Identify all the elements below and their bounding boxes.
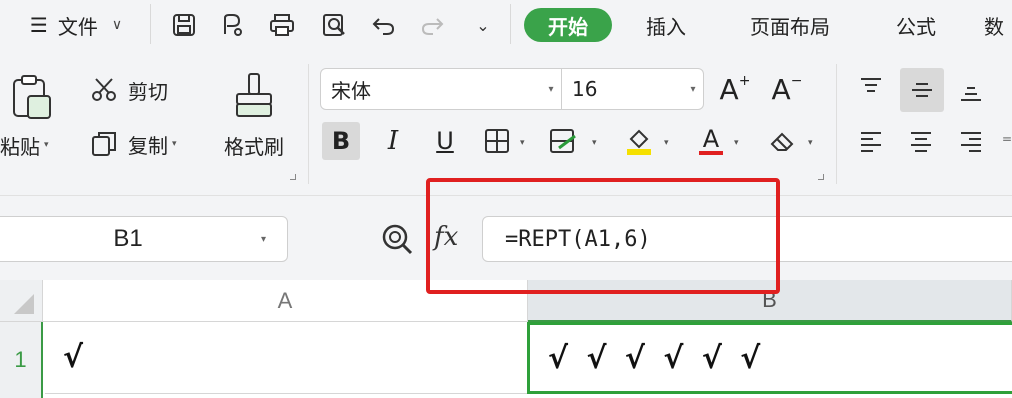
cut-button[interactable]: 剪切 bbox=[90, 72, 190, 108]
paint-bucket-icon bbox=[627, 129, 651, 155]
italic-label: I bbox=[387, 126, 399, 156]
name-box-value: B1 bbox=[113, 225, 143, 252]
chevron-down-icon: ▾ bbox=[548, 83, 554, 95]
copy-button[interactable]: 复制 ▾ bbox=[90, 126, 202, 162]
chevron-down-icon: ▾ bbox=[261, 233, 267, 245]
tab-insert[interactable]: 插入 bbox=[628, 8, 704, 42]
menu-divider bbox=[510, 4, 511, 44]
print-preview-icon[interactable] bbox=[316, 8, 352, 42]
chevron-down-icon: ▾ bbox=[690, 83, 696, 95]
font-name-value: 宋体 bbox=[331, 78, 371, 103]
quick-access-more-icon[interactable]: ⌄ bbox=[468, 8, 498, 42]
copy-icon bbox=[92, 132, 116, 156]
align-left-button[interactable] bbox=[852, 122, 890, 160]
format-painter-icon[interactable] bbox=[226, 70, 282, 122]
sheet-grid: A B 1 √ √ √ √ √ √ √ bbox=[0, 280, 1012, 398]
align-center-icon bbox=[911, 132, 931, 152]
border-style-icon bbox=[550, 129, 576, 153]
align-right-icon bbox=[961, 132, 981, 152]
export-icon[interactable] bbox=[214, 8, 250, 42]
cell-b1[interactable]: √ √ √ √ √ √ bbox=[527, 322, 1012, 394]
decrease-font-label: A bbox=[771, 72, 791, 106]
zoom-search-icon[interactable] bbox=[380, 222, 414, 260]
tab-page-layout[interactable]: 页面布局 bbox=[730, 8, 850, 42]
align-middle-icon bbox=[912, 83, 932, 97]
tab-home[interactable]: 开始 bbox=[524, 8, 612, 42]
name-box[interactable]: B1 ▾ bbox=[0, 216, 288, 262]
justify-button[interactable] bbox=[1002, 122, 1012, 160]
align-top-icon bbox=[861, 78, 881, 92]
clear-button[interactable] bbox=[764, 122, 802, 160]
chevron-down-icon[interactable]: ▾ bbox=[808, 138, 813, 148]
save-icon[interactable] bbox=[166, 8, 202, 42]
row-header-1[interactable]: 1 bbox=[0, 322, 43, 398]
copy-label: 复制 bbox=[128, 133, 168, 158]
undo-icon[interactable] bbox=[366, 8, 402, 42]
font-name-select[interactable]: 宋体 ▾ bbox=[320, 68, 562, 110]
ribbon-divider bbox=[308, 64, 309, 184]
align-top-button[interactable] bbox=[852, 68, 890, 106]
chevron-down-icon[interactable]: ▾ bbox=[520, 138, 525, 148]
cut-label: 剪切 bbox=[128, 79, 168, 104]
file-menu-button[interactable]: ☰ 文件 ∨ bbox=[6, 8, 146, 42]
underline-button[interactable]: U bbox=[426, 122, 464, 160]
ribbon-divider bbox=[836, 64, 837, 184]
annotation-highlight-box bbox=[426, 178, 780, 294]
plus-icon: + bbox=[738, 73, 751, 89]
align-left-icon bbox=[861, 132, 881, 152]
file-menu-label: 文件 bbox=[57, 14, 98, 39]
menu-divider bbox=[150, 4, 151, 44]
paste-icon[interactable] bbox=[6, 72, 58, 124]
italic-button[interactable]: I bbox=[374, 122, 412, 160]
cell-a1[interactable]: √ bbox=[45, 322, 528, 394]
font-size-select[interactable]: 16 ▾ bbox=[562, 68, 704, 110]
borders-icon bbox=[485, 129, 509, 153]
chevron-down-icon: ▾ bbox=[172, 139, 177, 149]
align-right-button[interactable] bbox=[952, 122, 990, 160]
bold-label: B bbox=[331, 127, 351, 155]
font-size-value: 16 bbox=[572, 77, 598, 101]
eraser-icon bbox=[770, 132, 794, 151]
clipboard-dialog-launcher[interactable] bbox=[290, 174, 296, 180]
fill-color-button[interactable] bbox=[620, 122, 658, 160]
align-bottom-button[interactable] bbox=[952, 72, 990, 110]
chevron-down-icon[interactable]: ▾ bbox=[734, 138, 739, 148]
increase-font-label: A bbox=[719, 72, 739, 106]
paste-label: 粘贴 bbox=[0, 134, 40, 159]
redo-icon[interactable] bbox=[414, 8, 450, 42]
select-all-button[interactable] bbox=[0, 280, 43, 322]
chevron-down-icon: ∨ bbox=[111, 17, 123, 33]
hamburger-icon: ☰ bbox=[29, 13, 48, 37]
justify-icon bbox=[1003, 137, 1011, 141]
strikethrough-border-button[interactable] bbox=[544, 122, 582, 160]
chevron-down-icon[interactable]: ▾ bbox=[664, 138, 669, 148]
menu-bar: ☰ 文件 ∨ ⌄ 开始 插入 页面布局 公式 数 bbox=[0, 0, 1012, 50]
minus-icon: − bbox=[790, 73, 803, 89]
font-color-button[interactable]: A bbox=[692, 122, 730, 160]
chevron-down-icon[interactable]: ▾ bbox=[592, 138, 597, 148]
font-color-label: A bbox=[698, 127, 724, 155]
paste-button[interactable]: 粘贴 ▾ bbox=[0, 130, 74, 160]
borders-button[interactable] bbox=[478, 122, 516, 160]
tab-formulas[interactable]: 公式 bbox=[878, 8, 954, 42]
scissors-icon bbox=[92, 78, 116, 101]
format-painter-label: 格式刷 bbox=[224, 134, 284, 159]
format-painter-button[interactable]: 格式刷 bbox=[214, 130, 294, 160]
bold-button[interactable]: B bbox=[322, 122, 360, 160]
increase-font-size-button[interactable]: A + bbox=[714, 68, 756, 110]
tab-data[interactable]: 数 bbox=[984, 8, 1012, 42]
underline-label: U bbox=[436, 127, 454, 155]
chevron-down-icon: ▾ bbox=[44, 140, 49, 150]
ribbon: 粘贴 ▾ 剪切 复制 ▾ 格式刷 宋体 ▾ 16 ▾ A + A − B I U… bbox=[0, 50, 1012, 195]
align-center-button[interactable] bbox=[902, 122, 940, 160]
font-dialog-launcher[interactable] bbox=[818, 174, 824, 180]
align-bottom-icon bbox=[961, 87, 981, 101]
decrease-font-size-button[interactable]: A − bbox=[766, 68, 808, 110]
print-icon[interactable] bbox=[264, 8, 300, 42]
align-middle-button[interactable] bbox=[900, 68, 944, 112]
